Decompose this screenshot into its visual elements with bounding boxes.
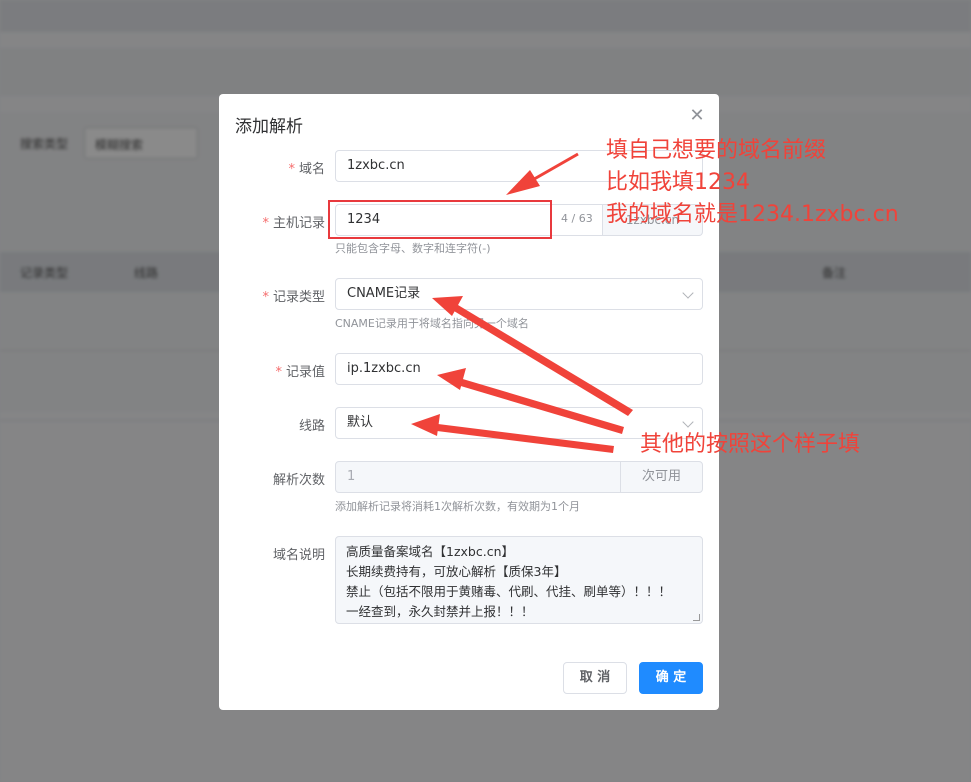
arrow-head: [437, 368, 466, 390]
annotation-arrows: [411, 152, 633, 453]
arrow-head: [411, 414, 440, 436]
arrow-to-value: [454, 377, 624, 434]
arrow-to-line: [429, 423, 614, 453]
arrow-to-type: [449, 302, 633, 416]
note-line: 比如我填1234: [606, 170, 750, 195]
annotation-note-2: 其他的按照这个样子填: [640, 432, 861, 457]
annotation-note-1: 填自己想要的域名前缀 比如我填1234 我的域名就是1234.1zxbc.cn: [606, 135, 899, 231]
note-line: 我的域名就是1234.1zxbc.cn: [606, 202, 899, 227]
arrow-head: [506, 170, 540, 195]
note-line: 填自己想要的域名前缀: [606, 138, 827, 163]
